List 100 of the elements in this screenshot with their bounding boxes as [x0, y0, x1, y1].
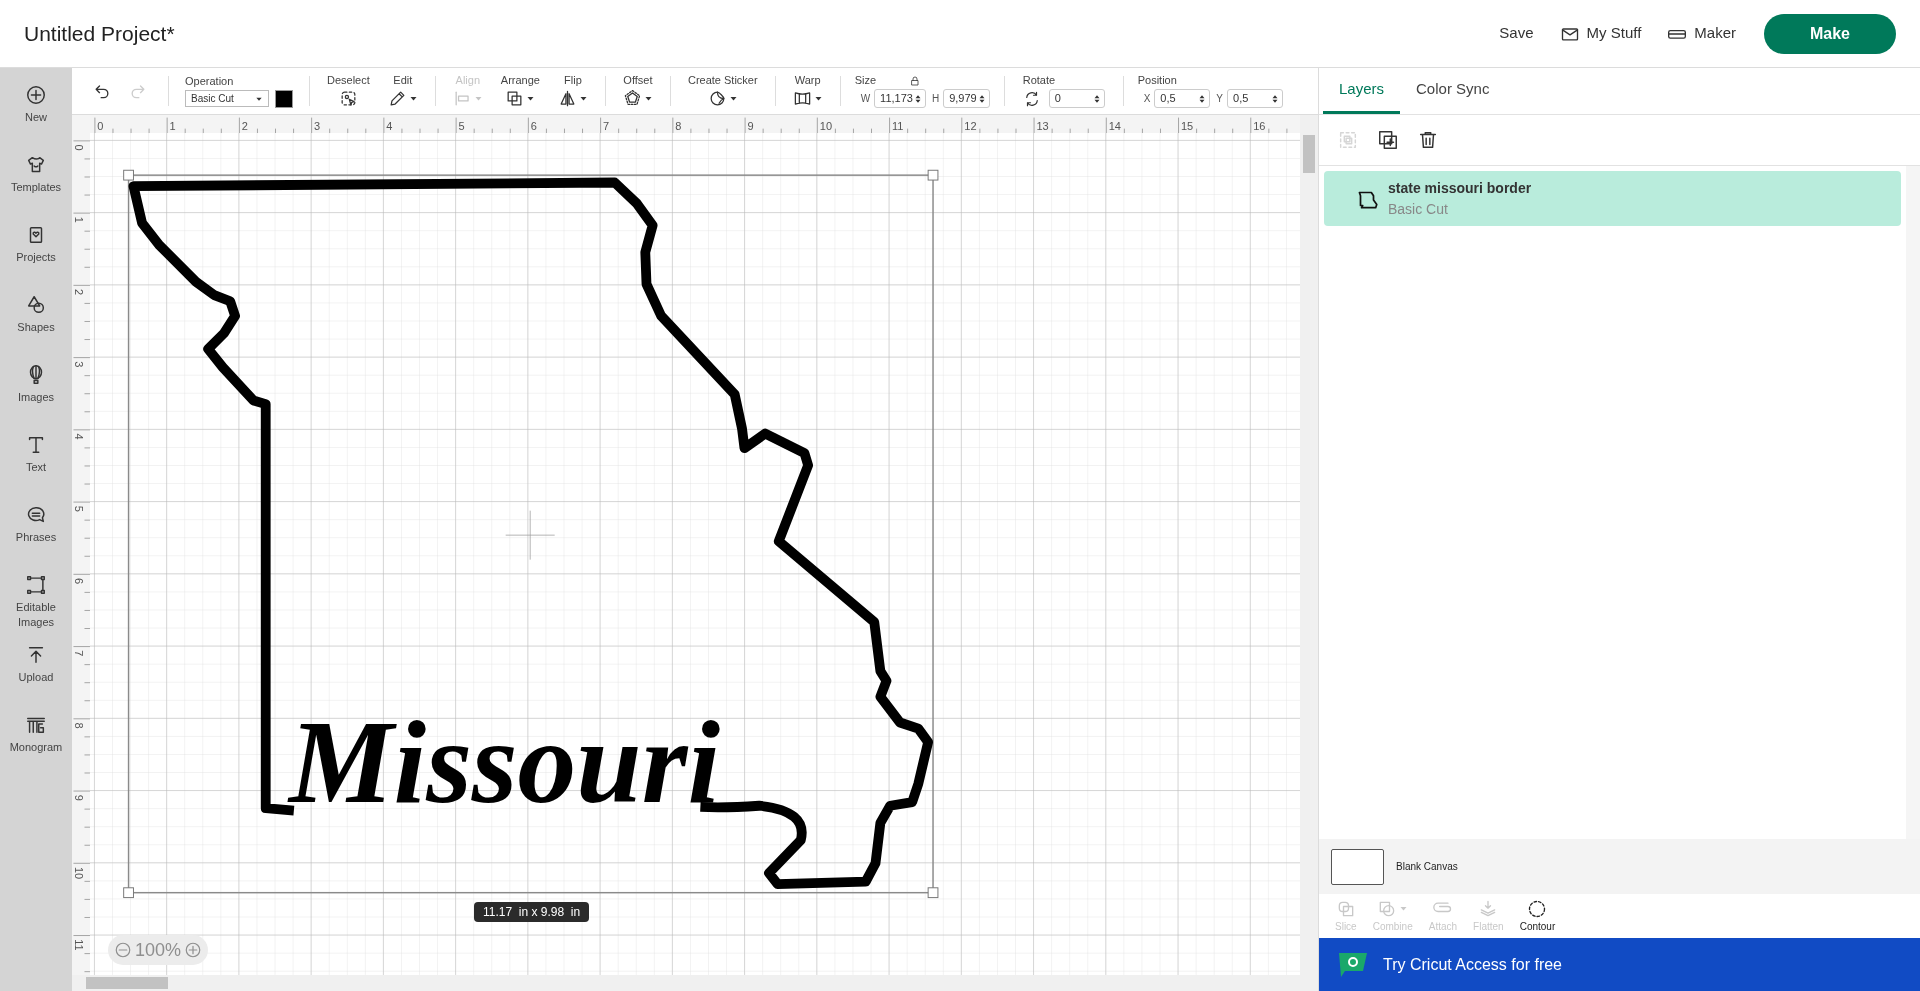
sidebar-item[interactable]: Editable Images [0, 568, 72, 638]
tool-label: Flip [564, 74, 582, 87]
sidebar-item[interactable]: Monogram [0, 708, 72, 778]
warp-icon [792, 89, 812, 108]
toolbar-button[interactable]: Deselect [318, 74, 379, 108]
shapes-icon [25, 294, 47, 316]
ruler-label: 10 [819, 119, 833, 132]
zoom-in-button[interactable] [184, 941, 203, 959]
panel-tool-button[interactable]: Contour [1511, 898, 1564, 934]
group-icon [1337, 129, 1359, 151]
toolbar-button[interactable]: Offset [613, 74, 662, 108]
access-banner[interactable]: Try Cricut Access for free [1319, 938, 1920, 991]
vertical-scrollbar[interactable] [1300, 115, 1318, 975]
field-label: H [931, 92, 940, 106]
ruler-label: 5 [458, 119, 465, 132]
ruler-label: 7 [603, 119, 610, 132]
toolbar-button[interactable]: Flip [548, 74, 597, 108]
ruler-label: 16 [1253, 119, 1266, 132]
ruler-label: 9 [747, 119, 754, 132]
access-logo-icon [1337, 950, 1369, 979]
resize-handle[interactable] [927, 169, 939, 181]
caret-icon [1399, 904, 1409, 913]
layer-name: state missouri border [1388, 178, 1532, 198]
layer-action-button[interactable] [1377, 129, 1399, 151]
zoom-out-button[interactable] [114, 941, 132, 959]
sidebar-item[interactable]: Upload [0, 638, 72, 708]
tool-label: Align [455, 74, 481, 87]
ruler-label: 2 [241, 119, 248, 132]
toolbar-button[interactable]: Arrange [491, 74, 549, 108]
ruler-label: 0 [72, 144, 85, 151]
ruler-label: 2 [72, 289, 85, 296]
ruler-label: 11 [72, 939, 85, 951]
panel-tab[interactable]: Layers [1323, 68, 1401, 114]
duplicate-icon [1377, 129, 1399, 151]
nodes-icon [25, 574, 47, 596]
layer-operation: Basic Cut [1388, 199, 1449, 219]
sidebar-item[interactable]: Phrases [0, 498, 72, 568]
ruler-label: 1 [72, 216, 85, 223]
ruler-label: 6 [530, 119, 537, 132]
caret-icon [643, 94, 653, 103]
tool-label: Edit [393, 74, 413, 87]
resize-handle[interactable] [123, 887, 134, 899]
layer-item[interactable]: state missouri border Basic Cut [1324, 171, 1901, 226]
resize-handle[interactable] [123, 169, 134, 181]
caret-icon [578, 94, 588, 103]
tool-label: Create Sticker [687, 74, 758, 87]
horizontal-scrollbar[interactable] [72, 975, 1318, 991]
height-field[interactable]: 9,979 [943, 89, 990, 108]
toolbar-button[interactable]: Warp [783, 74, 832, 108]
sidebar-item[interactable]: Templates [0, 148, 72, 218]
field-label: X [1143, 92, 1151, 106]
x-position-field[interactable]: 0,5 [1154, 89, 1211, 108]
sidebar-item[interactable]: Text [0, 428, 72, 498]
ruler-label: 8 [675, 119, 682, 132]
layer-action-button[interactable] [1417, 129, 1439, 151]
ruler-label: 13 [1036, 119, 1049, 132]
sidebar-item[interactable]: Shapes [0, 288, 72, 358]
ruler-label: 15 [1181, 119, 1194, 132]
caret-icon [473, 94, 483, 103]
header-link[interactable]: My Stuff [1559, 22, 1642, 45]
dashed-circle-icon [1527, 898, 1548, 919]
color-swatch[interactable] [275, 89, 293, 108]
plus-circle-icon [184, 941, 203, 959]
tool-label: Offset [623, 74, 653, 87]
pentagon-icon [622, 89, 642, 108]
width-field[interactable]: 11,173 [874, 89, 926, 108]
ruler-label: 9 [72, 794, 85, 801]
operation-dropdown[interactable]: Basic Cut [185, 90, 269, 107]
field-label: Y [1216, 92, 1224, 106]
plus-circle-icon [25, 84, 47, 106]
y-position-field[interactable]: 0,5 [1227, 89, 1284, 108]
tool-label: Size [854, 74, 877, 87]
ruler-label: 6 [72, 578, 85, 585]
canvas-thumbnail[interactable] [1331, 848, 1384, 885]
toolbar-button[interactable]: Create Sticker [678, 74, 767, 108]
sidebar-item[interactable]: New [0, 78, 72, 148]
tool-label: Rotate [1022, 74, 1057, 87]
sidebar-item[interactable]: Images [0, 358, 72, 428]
zoom-level: 100% [135, 938, 182, 962]
sidebar-item[interactable]: Projects [0, 218, 72, 288]
make-button[interactable]: Make [1764, 13, 1896, 54]
header-link[interactable]: Maker [1667, 22, 1736, 45]
tool-label: Warp [794, 74, 821, 87]
project-title: Untitled Project* [24, 20, 175, 47]
panel-scrollbar[interactable] [1906, 166, 1920, 839]
ruler-label: 12 [964, 119, 977, 132]
panel-tab[interactable]: Color Sync [1400, 68, 1506, 114]
tool-label: Arrange [500, 74, 540, 87]
ruler-label: 14 [1108, 119, 1121, 132]
rotate-field[interactable]: 0 [1048, 89, 1105, 108]
resize-handle[interactable] [927, 887, 939, 899]
toolbar-button[interactable]: Edit [378, 74, 427, 108]
minus-circle-icon [114, 941, 132, 959]
ruler-label: 4 [72, 433, 85, 440]
lock-icon [909, 74, 922, 87]
header-link[interactable]: Save [1499, 22, 1534, 45]
ruler-label: 7 [72, 650, 85, 657]
caret-icon [813, 94, 823, 103]
ruler-label: 8 [72, 722, 85, 729]
tool-label: Deselect [327, 74, 370, 87]
